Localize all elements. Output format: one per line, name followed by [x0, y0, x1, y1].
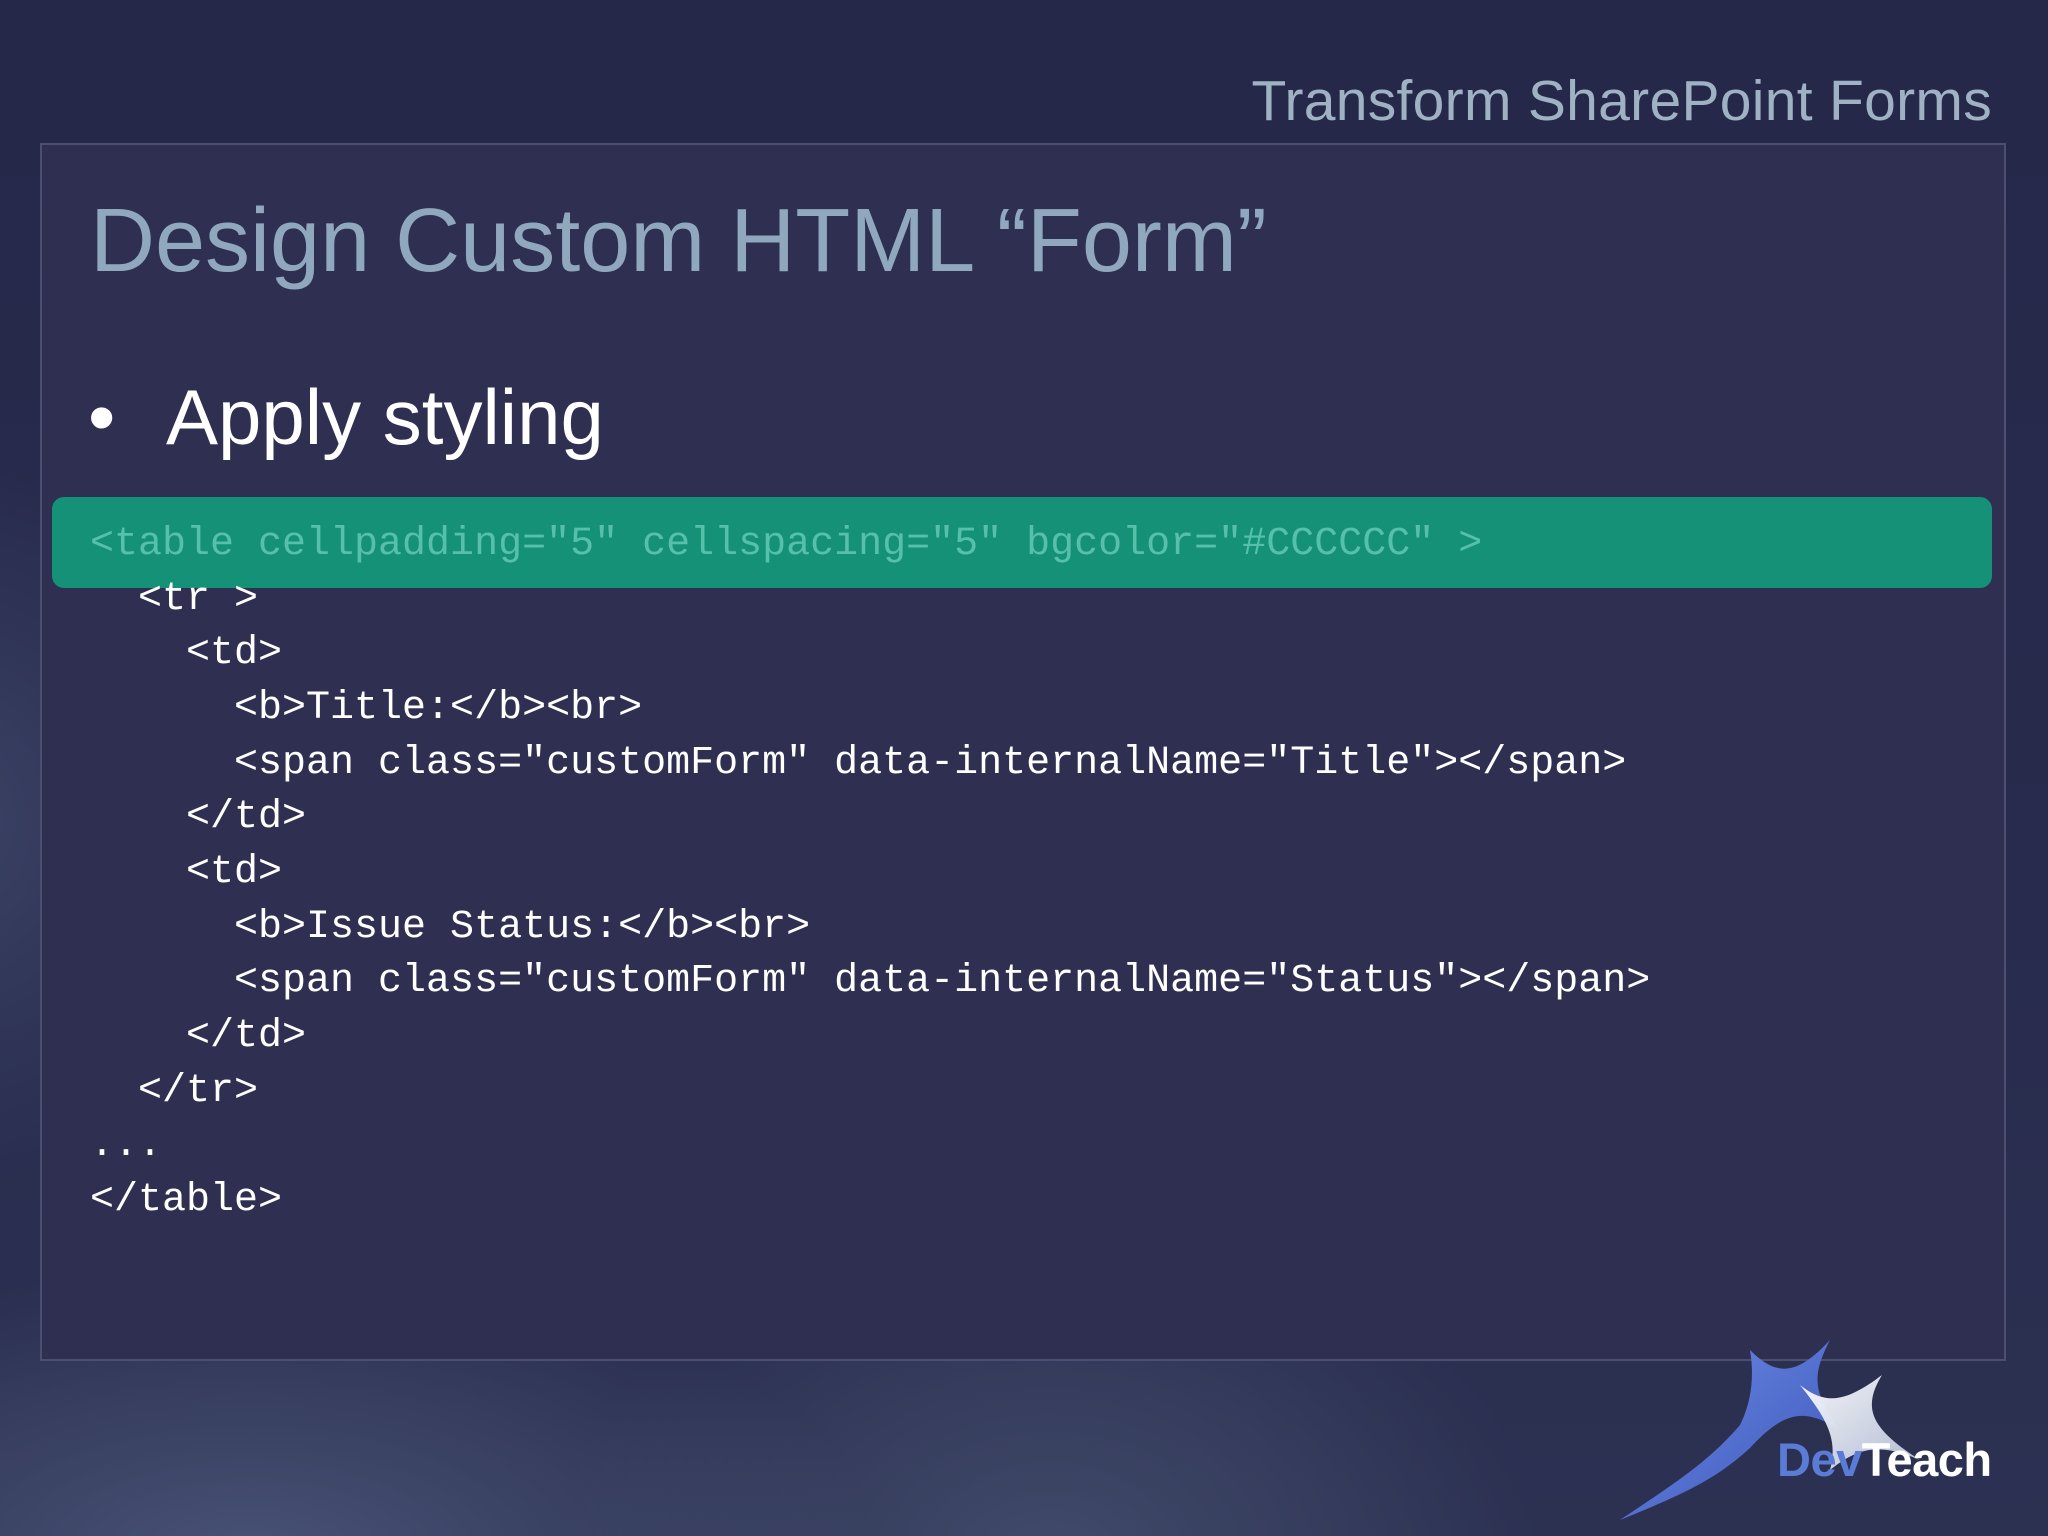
code-line: <td>	[90, 631, 283, 676]
code-line: <b>Title:</b><br>	[90, 686, 643, 731]
code-line: <td>	[90, 850, 283, 895]
slide-title: Design Custom HTML “Form”	[90, 191, 1267, 291]
code-line: </td>	[90, 1014, 307, 1059]
code-line: <span class="customForm" data-internalNa…	[90, 959, 1651, 1004]
presentation-header: Transform SharePoint Forms	[1251, 69, 1992, 133]
code-line: </td>	[90, 795, 307, 840]
code-line: <span class="customForm" data-internalNa…	[90, 741, 1627, 786]
code-line: <tr >	[90, 577, 259, 622]
logo-teach-text: Teach	[1861, 1433, 1992, 1486]
devteach-logo-icon	[1620, 1340, 1920, 1520]
code-line: <b>Issue Status:</b><br>	[90, 905, 811, 950]
code-line: </table>	[90, 1178, 283, 1223]
devteach-logo: DevTeach	[1777, 1432, 1992, 1487]
logo-dev-text: Dev	[1777, 1433, 1862, 1486]
code-line: </tr>	[90, 1069, 259, 1114]
code-line: ...	[90, 1123, 163, 1168]
bullet-dot-icon: •	[88, 373, 116, 461]
code-line: <table cellpadding="5" cellspacing="5" b…	[90, 522, 1483, 567]
bullet-item: • Apply styling	[88, 372, 604, 463]
bullet-text: Apply styling	[166, 373, 604, 461]
